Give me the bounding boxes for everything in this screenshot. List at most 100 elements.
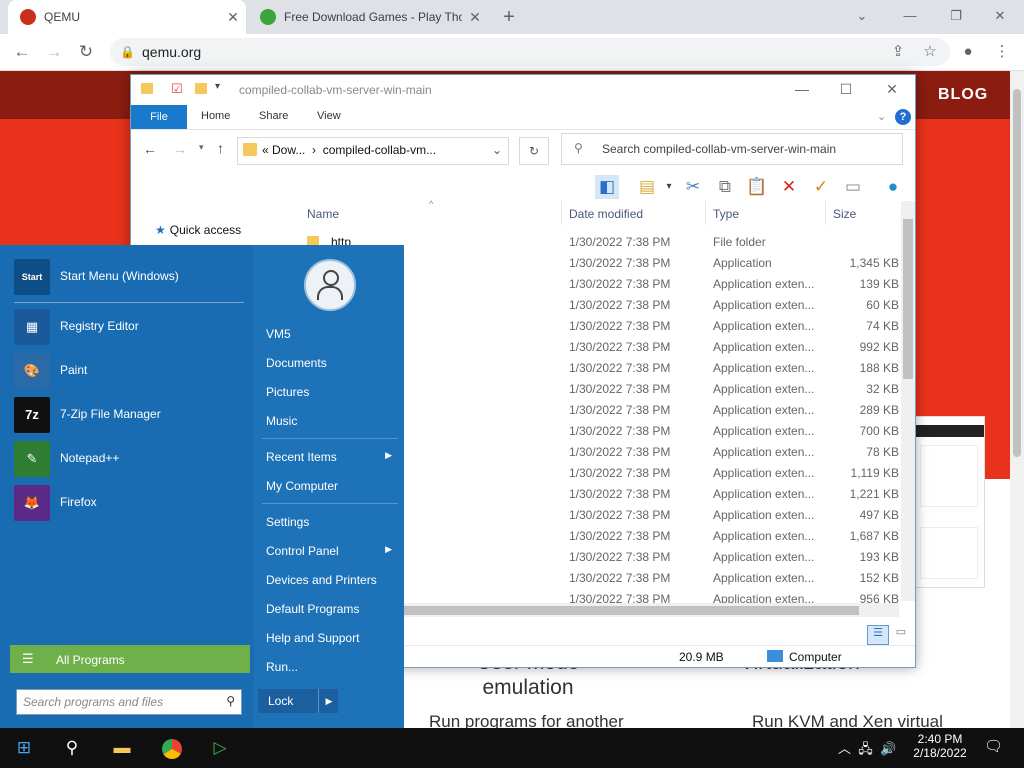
address-dropdown-icon[interactable]: ⌄: [492, 143, 502, 157]
start-place-item[interactable]: VM5: [258, 323, 398, 345]
start-pinned-item[interactable]: 7z 7-Zip File Manager: [14, 395, 250, 435]
path-segment[interactable]: compiled-collab-vm...: [323, 143, 436, 157]
taskbar-clock[interactable]: 2:40 PM 2/18/2022: [912, 732, 968, 760]
start-pinned-item[interactable]: ▦ Registry Editor: [14, 307, 250, 347]
rename-check-icon[interactable]: ✓: [809, 175, 833, 199]
start-place-item[interactable]: Music: [258, 410, 398, 432]
path-segment[interactable]: Dow...: [272, 143, 305, 157]
minimize-icon[interactable]: —: [890, 4, 930, 28]
start-pinned-item[interactable]: 🦊 Firefox: [14, 483, 250, 523]
start-pinned-item[interactable]: ✎ Notepad++: [14, 439, 250, 479]
taskbar-search-icon[interactable]: ⚲: [58, 734, 86, 762]
file-explorer-taskbar-icon[interactable]: ▬: [108, 734, 136, 762]
start-place-item[interactable]: Default Programs: [258, 598, 398, 620]
new-folder-dropdown-icon[interactable]: ▾: [657, 175, 681, 199]
user-avatar[interactable]: [304, 259, 356, 311]
customize-toolbar-icon[interactable]: ▾: [215, 81, 220, 92]
ribbon-tab-view[interactable]: View: [317, 110, 341, 122]
recent-locations-icon[interactable]: ▾: [199, 142, 204, 153]
start-place-item[interactable]: My Computer: [258, 475, 398, 497]
restore-icon[interactable]: ❐: [936, 4, 976, 28]
show-hidden-icons-icon[interactable]: ︿: [838, 741, 851, 756]
delete-icon[interactable]: ✕: [777, 175, 801, 199]
start-pinned-item[interactable]: Start Start Menu (Windows): [14, 257, 250, 297]
share-icon[interactable]: ⇪: [886, 40, 910, 64]
start-place-item[interactable]: Run...: [258, 656, 398, 678]
new-folder-icon[interactable]: ▤: [635, 175, 659, 199]
start-place-item[interactable]: Settings: [258, 511, 398, 533]
browser-tab-strip: QEMU ✕ Free Download Games - Play Tho ✕ …: [0, 0, 1024, 34]
clock-date: 2/18/2022: [913, 746, 967, 760]
chrome-taskbar-icon[interactable]: [158, 734, 186, 762]
start-place-item[interactable]: Help and Support: [258, 627, 398, 649]
volume-icon[interactable]: 🔊: [880, 741, 896, 756]
ribbon-tab-home[interactable]: Home: [201, 110, 230, 122]
network-icon[interactable]: 🖧: [858, 741, 873, 756]
explorer-address-box[interactable]: « Dow... › compiled-collab-vm... ⌄: [237, 137, 509, 165]
properties-icon[interactable]: ☑: [171, 81, 183, 97]
ribbon-tab-file[interactable]: File: [131, 105, 187, 129]
details-view-icon[interactable]: ☰: [867, 625, 889, 645]
reload-icon[interactable]: ↻: [74, 40, 98, 64]
profile-icon[interactable]: ●: [956, 40, 980, 64]
explorer-title-bar[interactable]: ☑ ▾ compiled-collab-vm-server-win-main —…: [131, 75, 915, 105]
new-tab-icon[interactable]: +: [496, 5, 522, 29]
ribbon-expand-icon[interactable]: ⌄: [877, 110, 886, 123]
nav-blog-link[interactable]: BLOG: [938, 86, 988, 104]
properties-icon[interactable]: ▭: [841, 175, 865, 199]
chrome-menu-icon[interactable]: ⋮: [990, 40, 1014, 64]
notepad-icon: ✎: [14, 441, 50, 477]
start-place-item[interactable]: Pictures: [258, 381, 398, 403]
bookmark-star-icon[interactable]: ☆: [918, 40, 942, 64]
media-player-taskbar-icon[interactable]: ▷: [206, 734, 234, 762]
file-type: Application exten...: [713, 424, 815, 438]
explorer-refresh-icon[interactable]: ↻: [519, 137, 549, 165]
help-icon[interactable]: ?: [895, 109, 911, 125]
file-list-vertical-scrollbar[interactable]: [901, 201, 915, 601]
explorer-search-input[interactable]: ⚲ Search compiled-collab-vm-server-win-m…: [561, 133, 903, 165]
explorer-close-icon[interactable]: ✕: [877, 81, 907, 98]
nav-quick-access[interactable]: ★ Quick access: [155, 223, 241, 237]
start-place-item[interactable]: Control Panel ▶: [258, 540, 398, 562]
column-date-modified[interactable]: Date modified: [569, 207, 643, 221]
explorer-back-icon[interactable]: ←: [143, 141, 157, 157]
all-programs-button[interactable]: ☰ All Programs: [10, 645, 250, 673]
network-globe-icon[interactable]: ●: [881, 175, 905, 199]
column-type[interactable]: Type: [713, 207, 739, 221]
column-size[interactable]: Size: [833, 207, 856, 221]
forward-icon[interactable]: →: [42, 40, 66, 64]
up-folder-icon[interactable]: ↑: [217, 140, 224, 156]
copy-icon[interactable]: ⧉: [713, 175, 737, 199]
explorer-forward-icon[interactable]: →: [173, 141, 187, 157]
tab-search-chevron-icon[interactable]: ⌄: [842, 4, 882, 28]
page-scrollbar[interactable]: [1010, 71, 1024, 728]
start-pinned-item[interactable]: 🎨 Paint: [14, 351, 250, 391]
large-icons-view-icon[interactable]: ▭: [891, 625, 911, 643]
back-icon[interactable]: ←: [10, 40, 34, 64]
cut-icon[interactable]: ✂: [681, 175, 705, 199]
close-tab-icon[interactable]: ✕: [462, 9, 488, 26]
ribbon-tab-share[interactable]: Share: [259, 110, 288, 122]
tab-qemu[interactable]: QEMU ✕: [8, 0, 246, 34]
close-tab-icon[interactable]: ✕: [220, 9, 246, 26]
start-place-item[interactable]: Recent Items ▶: [258, 446, 398, 468]
new-folder-icon[interactable]: [195, 83, 207, 94]
explorer-maximize-icon[interactable]: ☐: [831, 81, 861, 98]
notifications-icon[interactable]: 🗨: [984, 737, 1003, 755]
lock-button[interactable]: Lock ▶: [258, 689, 338, 713]
address-bar[interactable]: 🔒 qemu.org: [110, 38, 950, 66]
explorer-minimize-icon[interactable]: —: [787, 81, 817, 97]
windows-start-icon[interactable]: ⊞: [10, 734, 38, 762]
close-window-icon[interactable]: ✕: [980, 4, 1020, 28]
start-place-label: Documents: [266, 356, 327, 370]
power-options-arrow-icon[interactable]: ▶: [318, 689, 339, 713]
paste-icon[interactable]: 📋: [745, 175, 769, 199]
start-search-input[interactable]: Search programs and files ⚲: [16, 689, 242, 715]
file-size: 1,119 KB: [850, 466, 899, 480]
start-place-item[interactable]: Devices and Printers: [258, 569, 398, 591]
tab-free-download-games[interactable]: Free Download Games - Play Tho ✕: [248, 0, 488, 34]
preview-pane-icon[interactable]: ◧: [595, 175, 619, 199]
file-date-modified: 1/30/2022 7:38 PM: [569, 592, 671, 603]
start-place-item[interactable]: Documents: [258, 352, 398, 374]
column-name[interactable]: Name: [307, 207, 339, 221]
